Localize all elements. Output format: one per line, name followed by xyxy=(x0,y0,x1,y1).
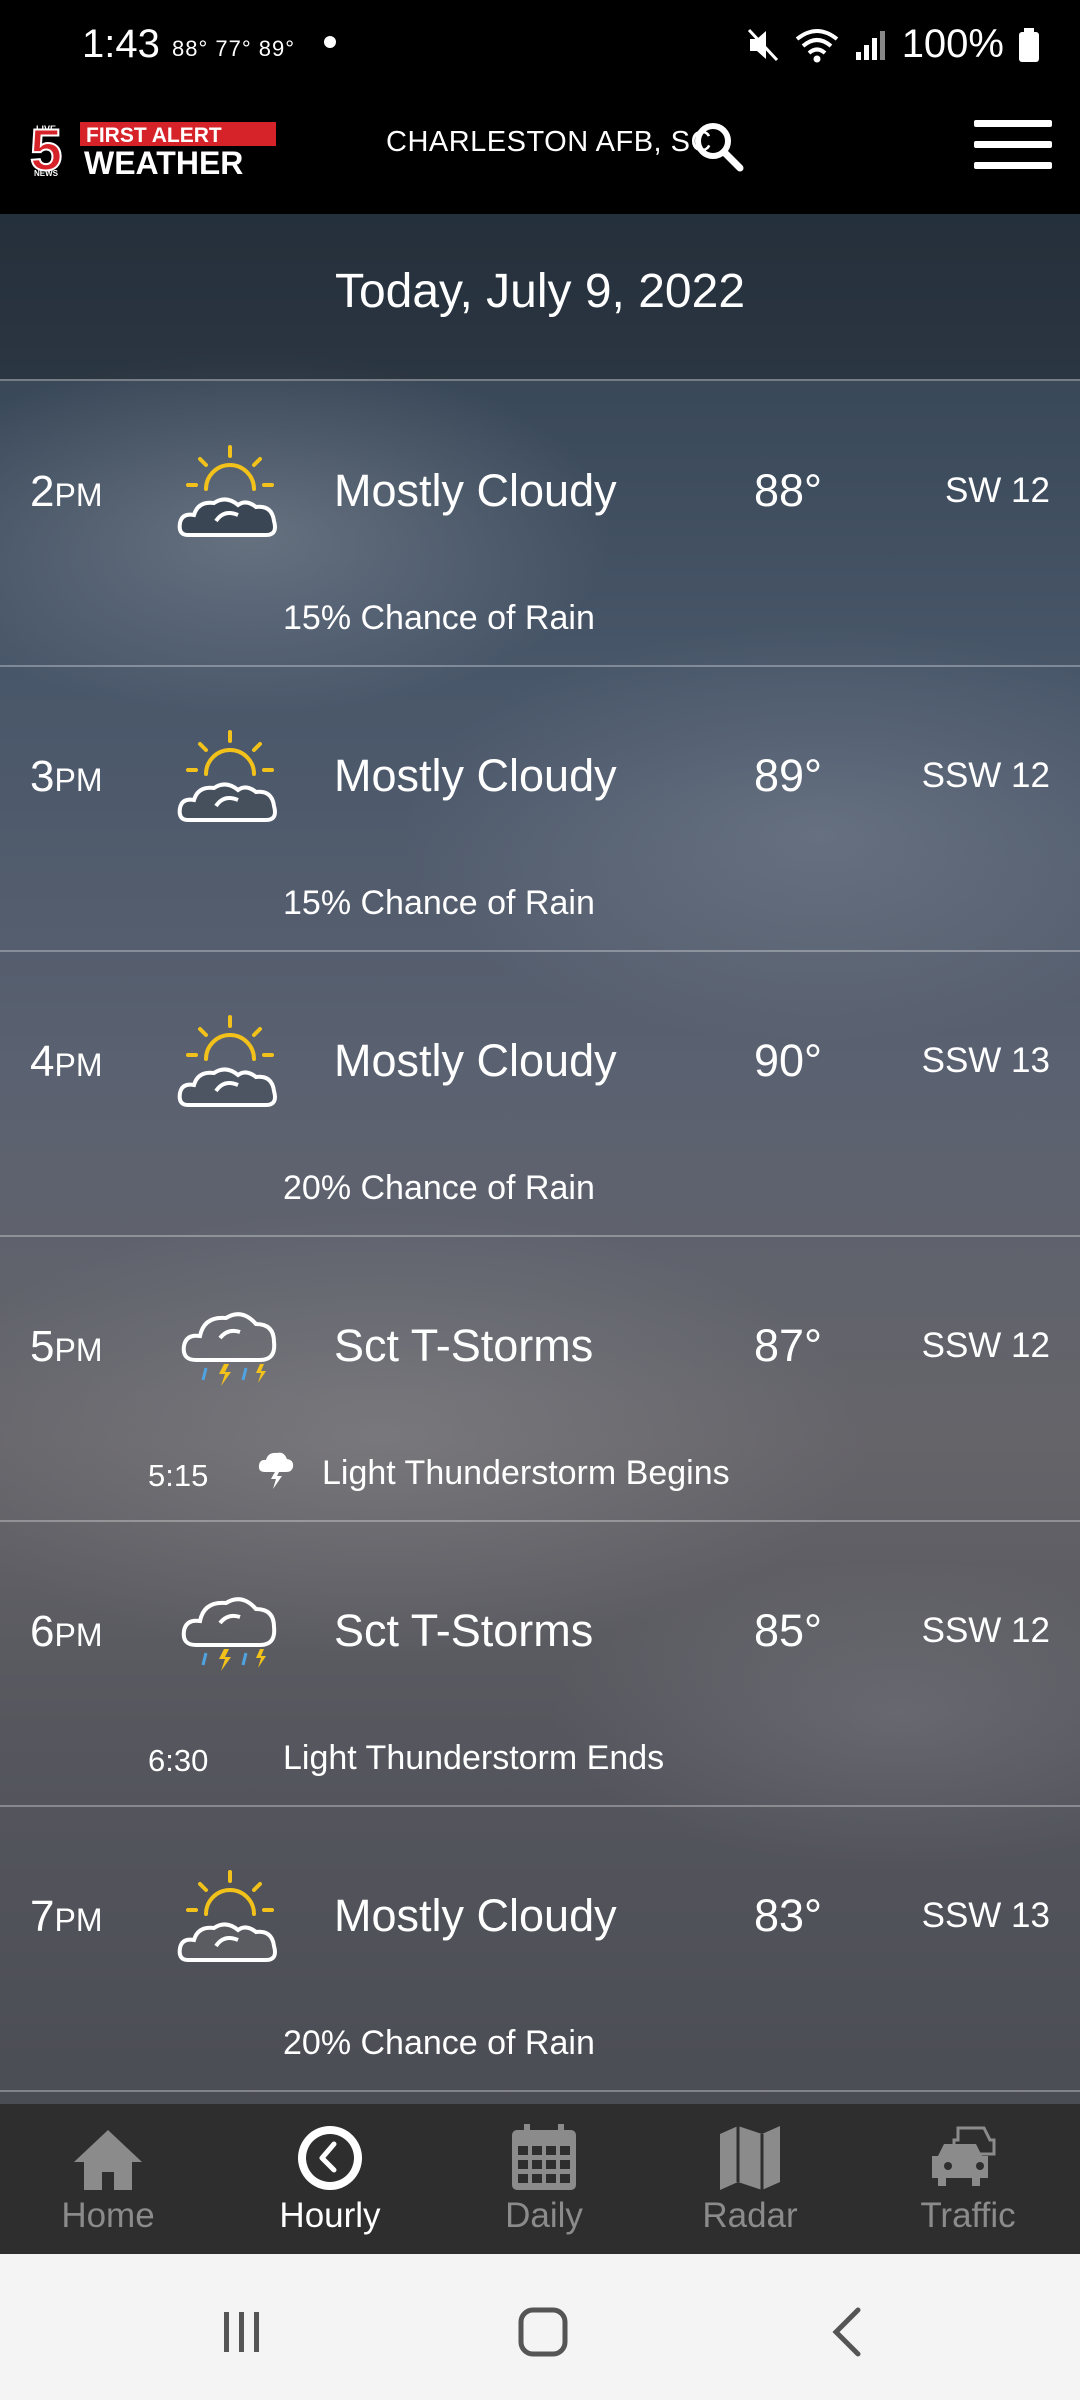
hour-row[interactable]: 6PM Sct T-Storms 85° SSW 12 6:30 Light T… xyxy=(0,1521,1080,1807)
rain-chance: 15% Chance of Rain xyxy=(283,884,595,922)
hourly-forecast-list[interactable]: Today, July 9, 2022 2PM Mostly Cloudy 88… xyxy=(0,214,1080,2104)
thunderstorm-icon xyxy=(181,1597,277,1671)
wind: SSW 13 xyxy=(921,1896,1050,1935)
location-label[interactable]: CHARLESTON AFB, SC xyxy=(386,126,712,159)
status-time: 1:43 xyxy=(82,22,160,66)
tab-traffic[interactable]: Traffic xyxy=(860,2104,1076,2254)
tab-radar-label: Radar xyxy=(702,2196,798,2235)
temperature: 88° xyxy=(754,465,823,516)
condition-text: Sct T-Storms xyxy=(334,1320,594,1371)
svg-text:NEWS: NEWS xyxy=(34,169,59,178)
wind: SSW 13 xyxy=(921,1041,1050,1080)
condition-text: Mostly Cloudy xyxy=(334,1035,617,1086)
hour-label: 6PM xyxy=(30,1607,103,1656)
temperature: 89° xyxy=(754,750,823,801)
event-text: Light Thunderstorm Begins xyxy=(322,1454,730,1492)
svg-text:FIRST ALERT: FIRST ALERT xyxy=(86,124,222,147)
tab-hourly[interactable]: Hourly xyxy=(222,2104,438,2254)
partly-cloudy-icon xyxy=(177,1870,277,1962)
event-time: 5:15 xyxy=(148,1458,209,1493)
hour-label: 3PM xyxy=(30,752,103,801)
wind: SSW 12 xyxy=(921,1611,1050,1650)
wifi-icon xyxy=(795,28,838,62)
forecast-date: Today, July 9, 2022 xyxy=(334,265,746,318)
status-temps: 88° 77° 89° xyxy=(172,36,296,61)
search-icon[interactable] xyxy=(692,120,744,172)
thunderstorm-icon xyxy=(181,1312,277,1386)
recent-apps-icon[interactable] xyxy=(212,2302,272,2362)
battery-icon xyxy=(1019,27,1039,62)
bottom-nav: Home Hourly Daily Radar Traffic xyxy=(0,2104,1080,2254)
hour-label: 4PM xyxy=(30,1037,103,1086)
condition-text: Mostly Cloudy xyxy=(334,750,617,801)
tab-traffic-label: Traffic xyxy=(920,2196,1016,2235)
tab-hourly-label: Hourly xyxy=(279,2196,381,2235)
condition-text: Mostly Cloudy xyxy=(334,465,617,516)
event-text: Light Thunderstorm Ends xyxy=(283,1739,665,1777)
rain-chance: 20% Chance of Rain xyxy=(283,1169,595,1207)
date-header: Today, July 9, 2022 xyxy=(0,214,1080,381)
partly-cloudy-icon xyxy=(177,730,277,822)
calendar-icon xyxy=(512,2124,576,2190)
mute-icon xyxy=(747,28,778,61)
condition-text: Sct T-Storms xyxy=(334,1605,594,1656)
car-icon xyxy=(932,2126,996,2186)
wind: SW 12 xyxy=(944,471,1050,510)
temperature: 83° xyxy=(754,1890,823,1941)
hour-row[interactable]: 2PM Mostly Cloudy 88° SW 12 15% Chance o… xyxy=(0,381,1080,667)
tab-home[interactable]: Home xyxy=(0,2104,216,2254)
back-icon[interactable] xyxy=(818,2302,878,2362)
tab-home-label: Home xyxy=(61,2196,155,2235)
battery-percent: 100% xyxy=(901,22,1004,66)
tab-daily-label: Daily xyxy=(505,2196,583,2235)
temperature: 90° xyxy=(754,1035,823,1086)
tab-daily[interactable]: Daily xyxy=(436,2104,652,2254)
map-icon xyxy=(720,2126,780,2190)
status-right: 100% xyxy=(746,22,1040,67)
home-button-icon[interactable] xyxy=(513,2302,573,2362)
hamburger-menu-icon[interactable] xyxy=(974,120,1052,174)
rain-chance: 20% Chance of Rain xyxy=(283,2024,595,2062)
condition-text: Mostly Cloudy xyxy=(334,1890,617,1941)
hour-label: 5PM xyxy=(30,1322,103,1371)
storm-cloud-icon xyxy=(258,1452,294,1489)
temperature: 87° xyxy=(754,1320,823,1371)
wind: SSW 12 xyxy=(921,1326,1050,1365)
clock-icon xyxy=(298,2126,362,2190)
partly-cloudy-icon xyxy=(177,445,277,537)
partly-cloudy-icon xyxy=(177,1015,277,1107)
system-nav-bar xyxy=(0,2254,1080,2400)
tab-radar[interactable]: Radar xyxy=(642,2104,858,2254)
hour-row[interactable]: 7PM Mostly Cloudy 83° SSW 13 20% Chance … xyxy=(0,1806,1080,2092)
event-time: 6:30 xyxy=(148,1743,209,1778)
temperature: 85° xyxy=(754,1605,823,1656)
first-alert-weather-logo[interactable]: LIVE 5 NEWS FIRST ALERT WEATHER xyxy=(28,118,278,178)
home-icon xyxy=(74,2130,142,2190)
hour-label: 7PM xyxy=(30,1892,103,1941)
hour-label: 2PM xyxy=(30,467,103,516)
hour-row[interactable]: 3PM Mostly Cloudy 89° SSW 12 15% Chance … xyxy=(0,666,1080,952)
status-bar: 1:43 88° 77° 89° 100% xyxy=(0,0,1080,100)
notification-dot-icon xyxy=(324,36,336,48)
hour-row[interactable]: 5PM Sct T-Storms 87° SSW 12 5:15 Light T… xyxy=(0,1236,1080,1522)
hour-row[interactable]: 4PM Mostly Cloudy 90° SSW 13 20% Chance … xyxy=(0,951,1080,1237)
svg-text:WEATHER: WEATHER xyxy=(84,145,243,178)
signal-icon xyxy=(855,30,885,60)
rain-chance: 15% Chance of Rain xyxy=(283,599,595,637)
wind: SSW 12 xyxy=(921,756,1050,795)
